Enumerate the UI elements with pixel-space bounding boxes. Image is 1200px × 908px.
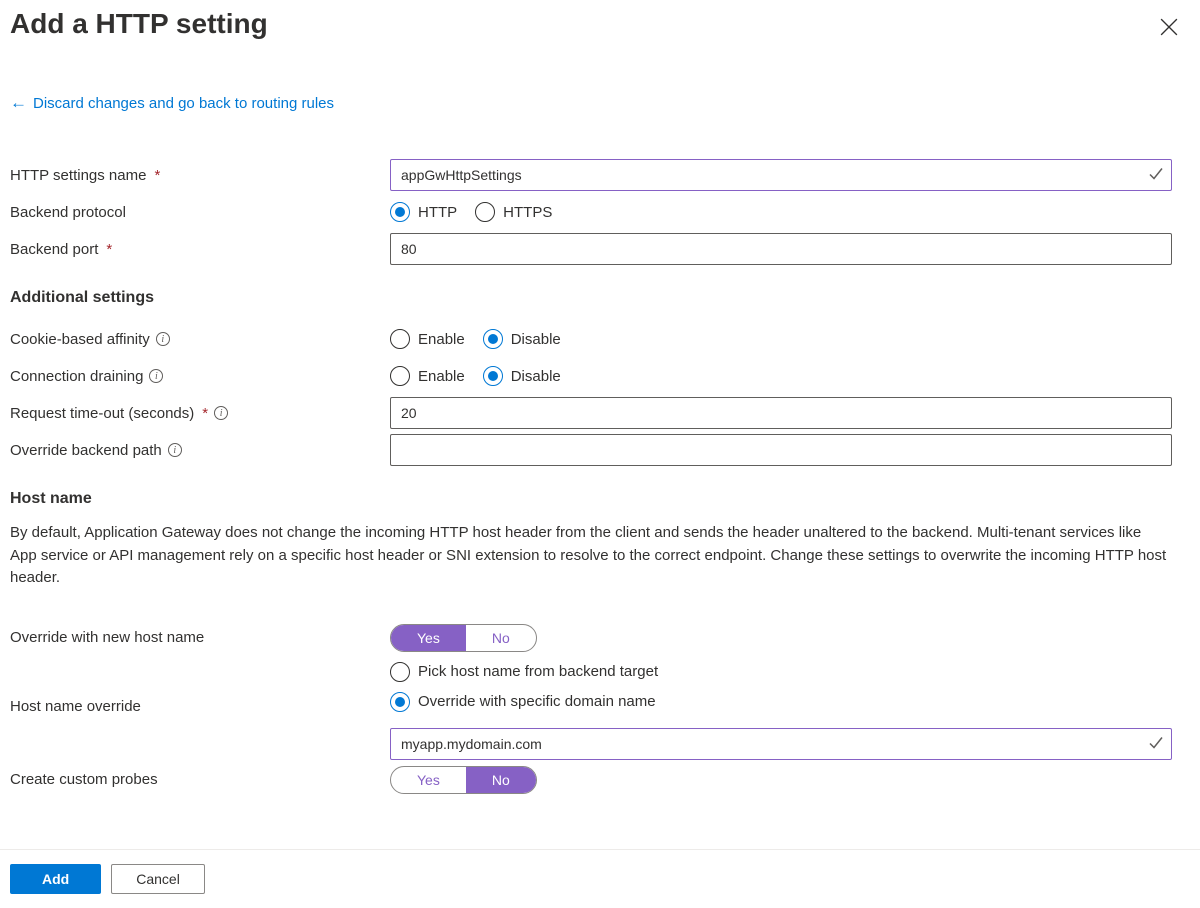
info-icon[interactable]: i xyxy=(156,332,170,346)
cookie-disable-radio[interactable]: Disable xyxy=(483,329,561,349)
request-timeout-label: Request time-out (seconds) xyxy=(10,405,194,422)
override-backend-path-input[interactable] xyxy=(390,434,1172,466)
protocol-https-radio[interactable]: HTTPS xyxy=(475,202,552,222)
override-specific-label: Override with specific domain name xyxy=(418,693,656,710)
discard-back-link[interactable]: ← Discard changes and go back to routing… xyxy=(10,93,334,113)
cookie-affinity-label: Cookie-based affinity xyxy=(10,331,150,348)
domain-name-input[interactable] xyxy=(390,728,1172,760)
page-title: Add a HTTP setting xyxy=(10,8,268,40)
custom-probes-toggle[interactable]: Yes No xyxy=(390,766,537,794)
override-specific-radio[interactable]: Override with specific domain name xyxy=(390,692,1172,712)
draining-disable-radio[interactable]: Disable xyxy=(483,366,561,386)
close-button[interactable] xyxy=(1156,14,1182,43)
close-icon xyxy=(1160,23,1178,39)
cookie-enable-radio[interactable]: Enable xyxy=(390,329,465,349)
request-timeout-input[interactable] xyxy=(390,397,1172,429)
pick-from-backend-label: Pick host name from backend target xyxy=(418,663,658,680)
backend-port-label: Backend port xyxy=(10,241,98,258)
backend-protocol-label: Backend protocol xyxy=(10,204,126,221)
http-settings-name-input[interactable] xyxy=(390,159,1172,191)
check-icon xyxy=(1148,166,1164,185)
host-name-header: Host name xyxy=(10,490,1190,508)
required-indicator: * xyxy=(106,241,112,258)
back-link-label: Discard changes and go back to routing r… xyxy=(33,95,334,112)
override-host-no[interactable]: No xyxy=(466,625,536,651)
info-icon[interactable]: i xyxy=(149,369,163,383)
override-new-host-label: Override with new host name xyxy=(10,629,204,646)
backend-port-input[interactable] xyxy=(390,233,1172,265)
pick-from-backend-radio[interactable]: Pick host name from backend target xyxy=(390,662,1172,682)
custom-probes-no[interactable]: No xyxy=(466,767,536,793)
enable-label: Enable xyxy=(418,368,465,385)
create-custom-probes-label: Create custom probes xyxy=(10,771,158,788)
disable-label: Disable xyxy=(511,368,561,385)
override-host-yes[interactable]: Yes xyxy=(391,625,466,651)
protocol-https-label: HTTPS xyxy=(503,204,552,221)
host-name-help-text: By default, Application Gateway does not… xyxy=(10,522,1190,590)
add-button[interactable]: Add xyxy=(10,864,101,894)
required-indicator: * xyxy=(154,167,160,184)
custom-probes-yes[interactable]: Yes xyxy=(391,767,466,793)
http-settings-name-label: HTTP settings name xyxy=(10,167,146,184)
host-name-override-label: Host name override xyxy=(10,698,141,715)
required-indicator: * xyxy=(202,405,208,422)
override-host-toggle[interactable]: Yes No xyxy=(390,624,537,652)
enable-label: Enable xyxy=(418,331,465,348)
cancel-button[interactable]: Cancel xyxy=(111,864,205,894)
draining-enable-radio[interactable]: Enable xyxy=(390,366,465,386)
info-icon[interactable]: i xyxy=(168,443,182,457)
check-icon xyxy=(1148,734,1164,753)
protocol-http-radio[interactable]: HTTP xyxy=(390,202,457,222)
connection-draining-label: Connection draining xyxy=(10,368,143,385)
override-backend-path-label: Override backend path xyxy=(10,442,162,459)
additional-settings-header: Additional settings xyxy=(10,289,1190,307)
disable-label: Disable xyxy=(511,331,561,348)
info-icon[interactable]: i xyxy=(214,406,228,420)
arrow-left-icon: ← xyxy=(10,93,27,113)
protocol-http-label: HTTP xyxy=(418,204,457,221)
